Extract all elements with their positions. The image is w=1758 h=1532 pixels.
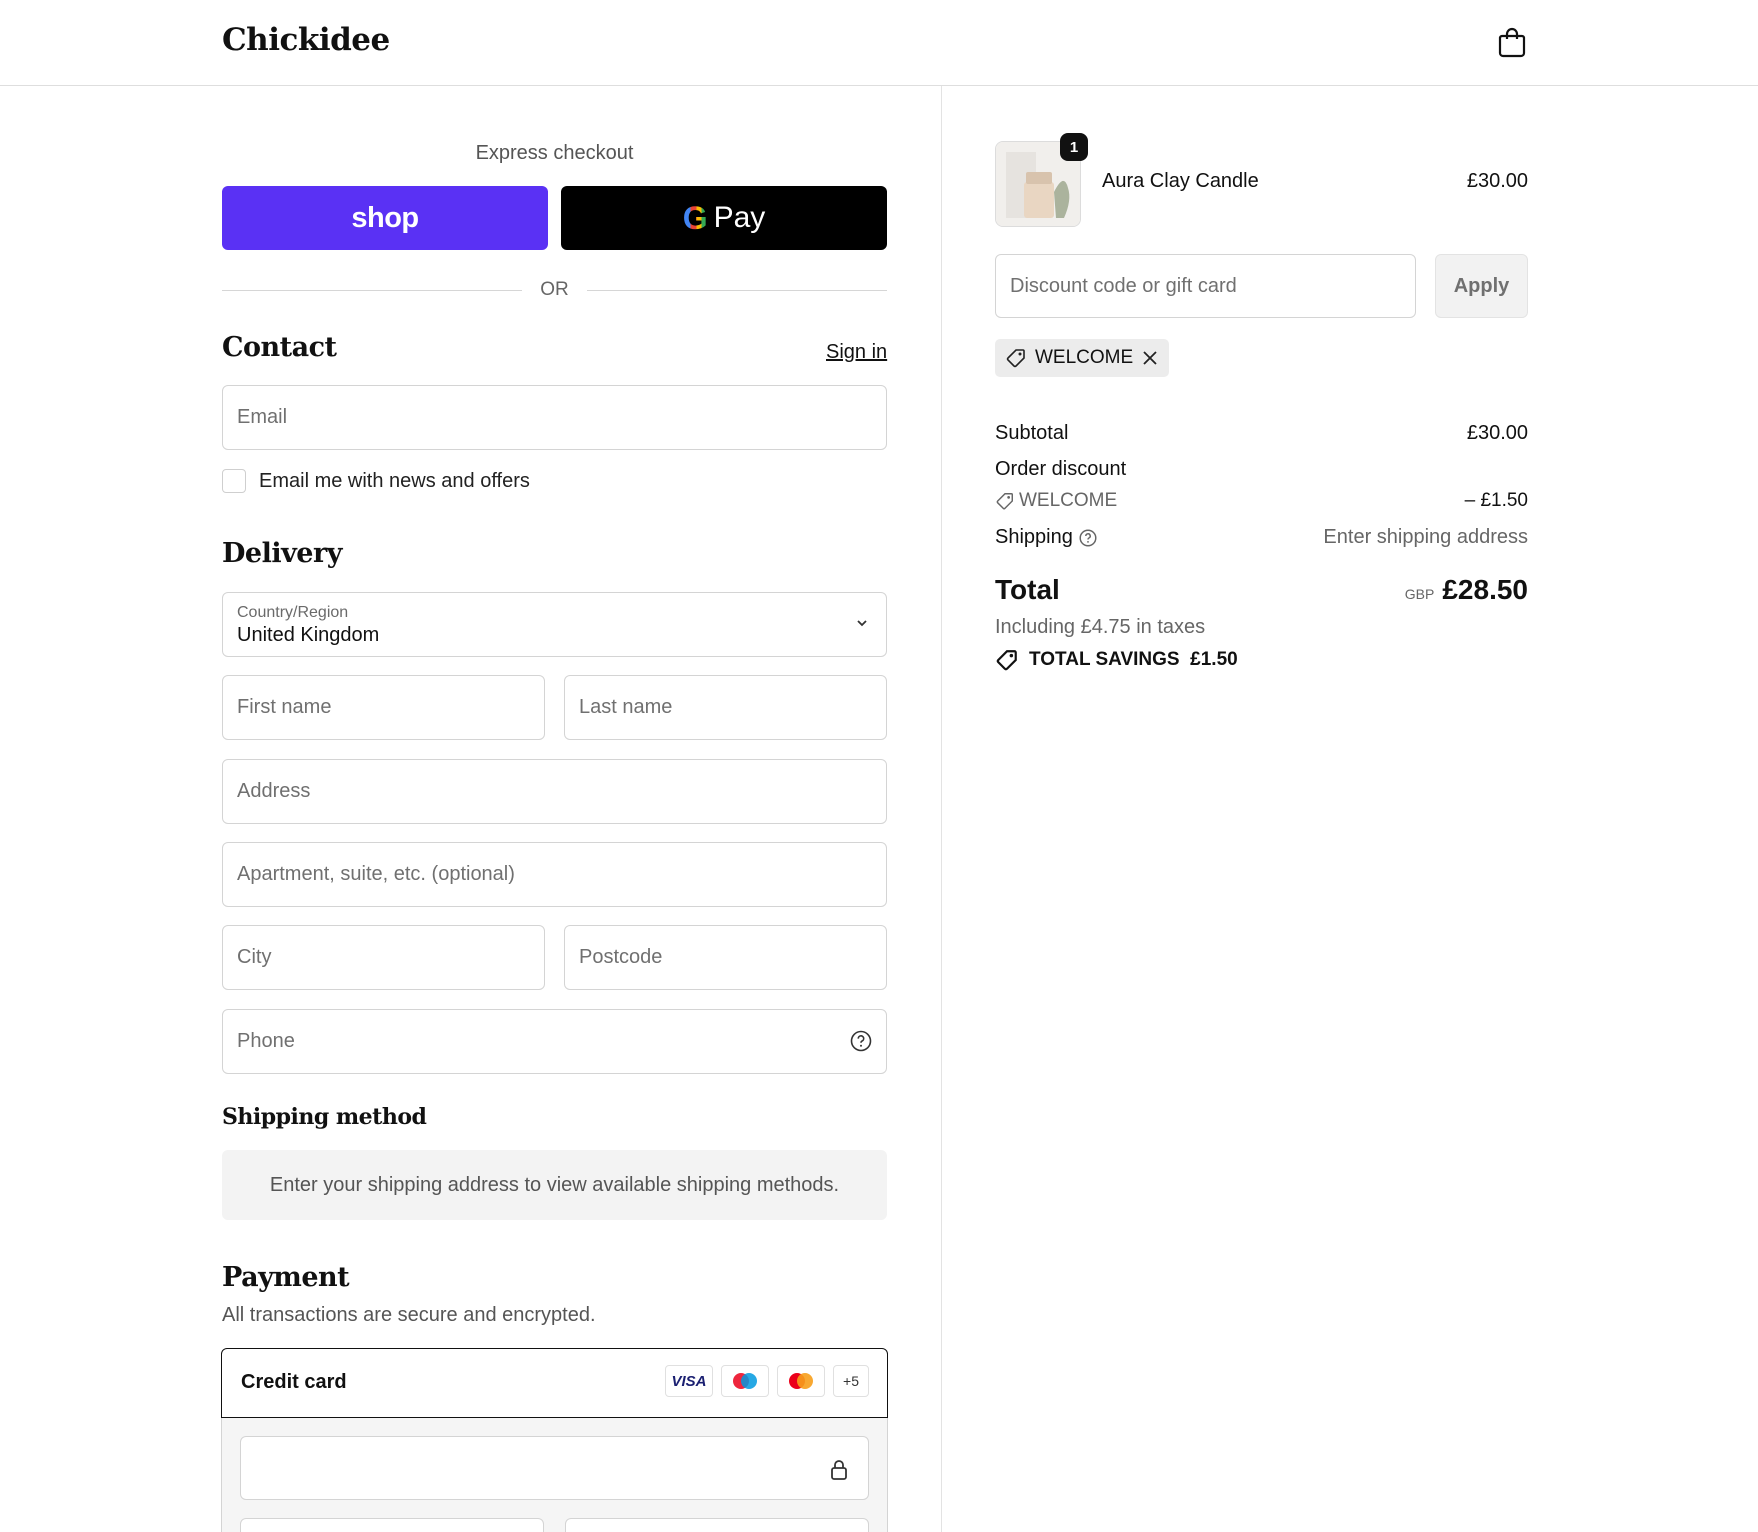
- shop-pay-button[interactable]: shop: [222, 186, 548, 250]
- apartment-placeholder: Apartment, suite, etc. (optional): [237, 863, 515, 885]
- product-price: £30.00: [1466, 170, 1528, 192]
- maestro-circles-icon: [733, 1373, 757, 1389]
- close-icon[interactable]: [1141, 349, 1159, 367]
- google-pay-label: Pay: [713, 201, 766, 234]
- order-discount-row: Order discount: [995, 458, 1528, 481]
- card-expiry-field[interactable]: [240, 1518, 544, 1532]
- currency-code: GBP: [1404, 586, 1435, 602]
- address-placeholder: Address: [237, 780, 311, 802]
- discount-code-label: WELCOME: [995, 490, 1117, 512]
- country-select[interactable]: Country/Region United Kingdom: [222, 592, 887, 657]
- tag-icon: [996, 650, 1017, 671]
- newsletter-row[interactable]: Email me with news and offers: [222, 469, 530, 493]
- total-value: £28.50: [1442, 574, 1528, 605]
- card-logos: VISA +5: [665, 1365, 869, 1397]
- help-circle-icon[interactable]: [850, 1030, 872, 1052]
- discount-placeholder: Discount code or gift card: [1010, 274, 1237, 297]
- discount-value: – £1.50: [1464, 490, 1528, 511]
- payment-heading: Payment: [222, 1262, 350, 1293]
- top-header: Chickidee: [0, 0, 1758, 86]
- google-pay-button[interactable]: G Pay: [561, 186, 887, 250]
- address-field[interactable]: Address: [222, 759, 887, 824]
- store-logo[interactable]: Chickidee: [222, 22, 390, 58]
- maestro-icon: [721, 1365, 769, 1397]
- phone-placeholder: Phone: [237, 1030, 295, 1052]
- more-cards-badge: +5: [833, 1365, 869, 1397]
- shipping-method-heading: Shipping method: [222, 1104, 427, 1130]
- city-field[interactable]: City: [222, 925, 545, 990]
- card-number-field[interactable]: [240, 1436, 869, 1500]
- divider-line: [222, 289, 523, 291]
- shipping-label-group: Shipping: [995, 526, 1097, 549]
- google-g-icon: G: [682, 199, 708, 236]
- first-name-field[interactable]: First name: [222, 675, 545, 740]
- total-amount: GBP £28.50: [1405, 574, 1528, 606]
- taxes-row: Including £4.75 in taxes: [995, 616, 1528, 639]
- discount-code-row: WELCOME – £1.50: [995, 490, 1528, 512]
- help-circle-icon[interactable]: [1079, 528, 1097, 547]
- taxes-text: Including £4.75 in taxes: [995, 616, 1206, 638]
- discount-code-input[interactable]: Discount code or gift card: [995, 254, 1416, 318]
- card-cvv-field[interactable]: [565, 1518, 869, 1532]
- tag-icon: [996, 493, 1013, 510]
- visa-text: VISA: [671, 1372, 707, 1390]
- first-name-placeholder: First name: [237, 696, 332, 718]
- quantity-badge: 1: [1060, 133, 1088, 161]
- visa-icon: VISA: [665, 1365, 713, 1397]
- discount-code-text: WELCOME: [1019, 490, 1118, 511]
- express-checkout-label: Express checkout: [475, 142, 634, 164]
- payment-subtitle: All transactions are secure and encrypte…: [222, 1304, 596, 1326]
- shipping-method-notice: Enter your shipping address to view avai…: [222, 1150, 887, 1220]
- phone-field[interactable]: Phone: [222, 1009, 887, 1074]
- subtotal-label: Subtotal: [995, 422, 1069, 444]
- postcode-field[interactable]: Postcode: [564, 925, 887, 990]
- apply-discount-button[interactable]: Apply: [1435, 254, 1528, 318]
- total-savings-text: TOTAL SAVINGS £1.50: [1029, 649, 1238, 670]
- last-name-field[interactable]: Last name: [564, 675, 887, 740]
- tag-icon: [1006, 349, 1025, 368]
- apartment-field[interactable]: Apartment, suite, etc. (optional): [222, 842, 887, 907]
- postcode-placeholder: Postcode: [579, 946, 663, 968]
- sign-in-link[interactable]: Sign in: [826, 341, 887, 364]
- last-name-placeholder: Last name: [579, 696, 673, 718]
- product-name: Aura Clay Candle: [1102, 170, 1259, 192]
- shop-pay-label: shop: [351, 201, 419, 234]
- shipping-value: Enter shipping address: [1323, 526, 1528, 548]
- subtotal-value: £30.00: [1466, 422, 1528, 444]
- email-placeholder: Email: [237, 406, 288, 428]
- lock-icon: [831, 1460, 847, 1480]
- applied-code: WELCOME: [1035, 347, 1134, 368]
- country-value: United Kingdom: [237, 623, 380, 646]
- order-discount-label: Order discount: [995, 458, 1127, 480]
- newsletter-checkbox[interactable]: [222, 469, 246, 493]
- mastercard-icon: [777, 1365, 825, 1397]
- total-label: Total: [995, 574, 1060, 605]
- city-placeholder: City: [237, 946, 272, 968]
- credit-card-label: Credit card: [241, 1371, 347, 1393]
- mastercard-circles-icon: [789, 1373, 813, 1389]
- credit-card-form: [221, 1418, 888, 1532]
- or-label: OR: [540, 279, 569, 300]
- divider-line: [586, 289, 887, 291]
- email-field[interactable]: Email: [222, 385, 887, 450]
- total-row: Total GBP £28.50: [995, 574, 1528, 606]
- shopping-bag-icon[interactable]: [1498, 26, 1526, 58]
- delivery-heading: Delivery: [222, 538, 342, 569]
- newsletter-label: Email me with news and offers: [259, 469, 530, 492]
- subtotal-row: Subtotal £30.00: [995, 422, 1528, 445]
- chevron-down-icon: [857, 620, 867, 627]
- or-divider: OR: [222, 278, 887, 302]
- shipping-label: Shipping: [995, 526, 1073, 548]
- applied-discount-chip: WELCOME: [995, 339, 1170, 377]
- total-savings: TOTAL SAVINGS £1.50: [995, 648, 1238, 672]
- contact-heading: Contact: [222, 332, 337, 363]
- credit-card-option[interactable]: Credit card VISA +5: [221, 1348, 888, 1418]
- shipping-row: Shipping Enter shipping address: [995, 526, 1528, 549]
- country-label: Country/Region: [237, 603, 349, 621]
